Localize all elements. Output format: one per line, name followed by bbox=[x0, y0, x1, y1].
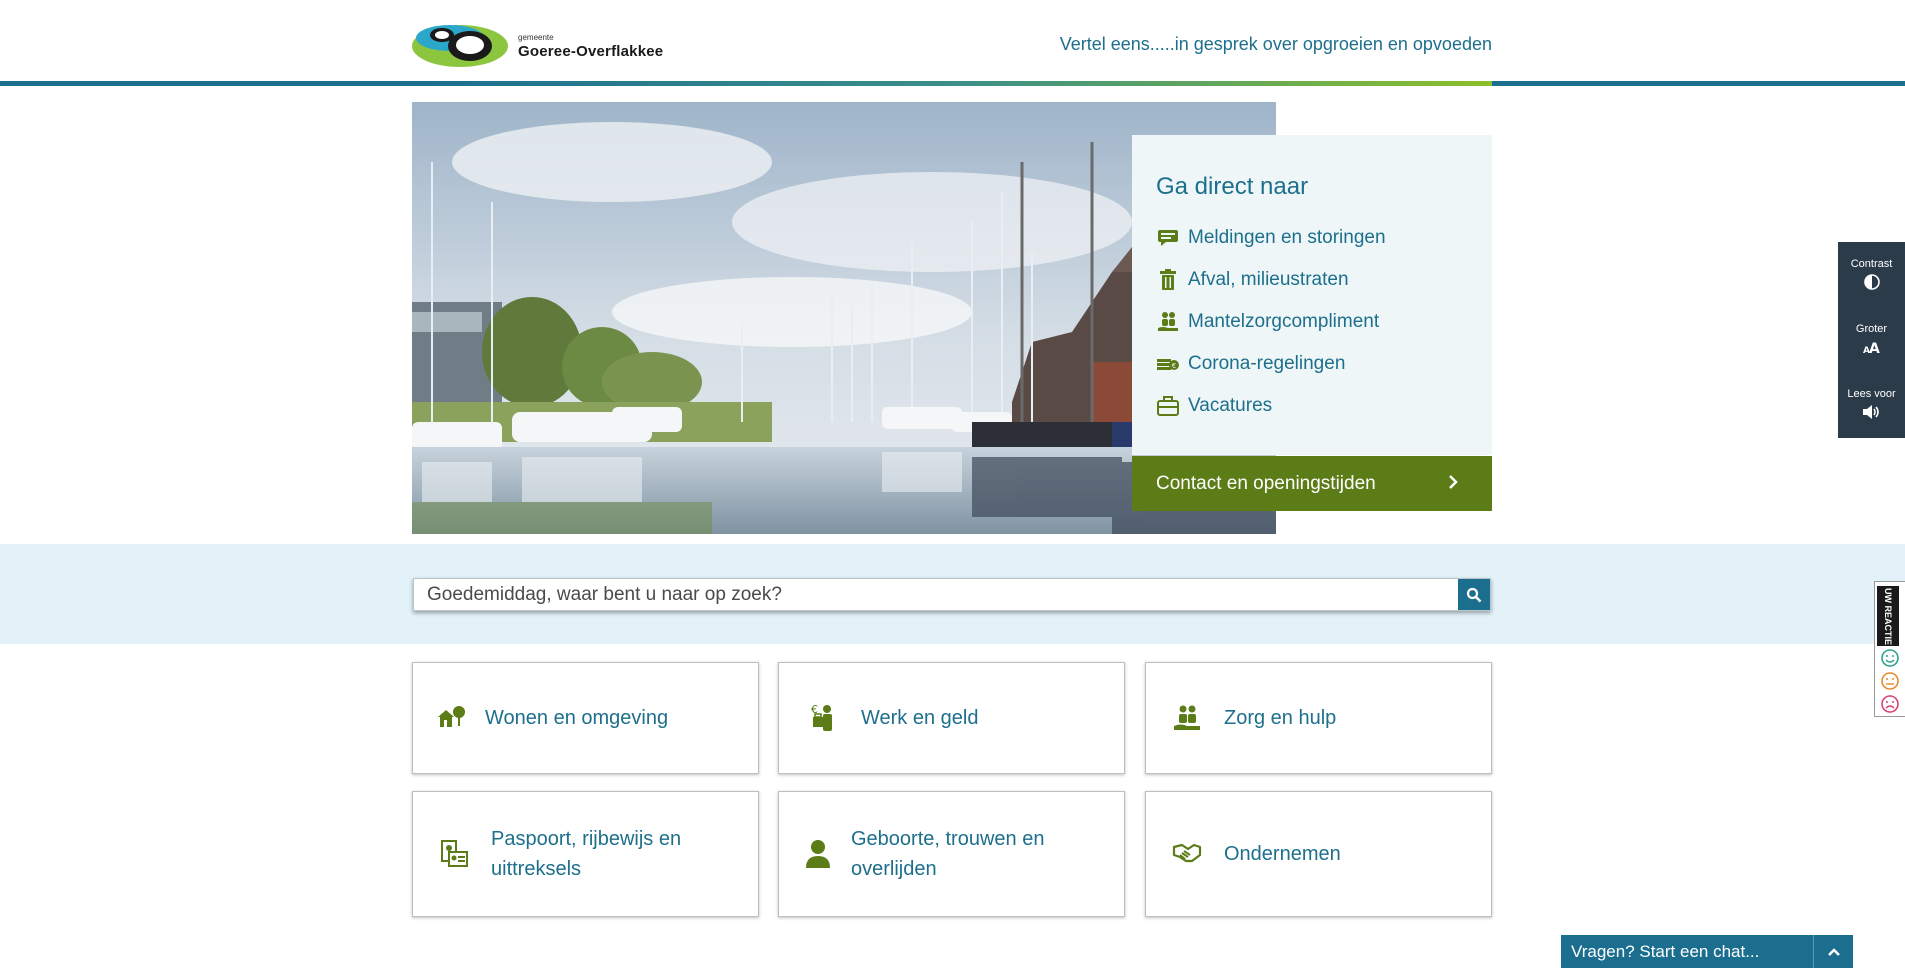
house-tree-icon bbox=[435, 701, 469, 735]
larger-text-button[interactable]: Groter AA bbox=[1838, 323, 1905, 355]
briefcase-icon bbox=[1156, 395, 1180, 417]
money-icon: € bbox=[1156, 353, 1180, 375]
person-icon bbox=[801, 837, 835, 871]
tile-label: Geboorte, trouwen en overlijden bbox=[851, 828, 1045, 880]
read-aloud-button[interactable]: Lees voor bbox=[1838, 388, 1905, 420]
quick-link-label: Mantelzorgcompliment bbox=[1188, 311, 1380, 332]
logo-name: Goeree-Overflakkee bbox=[518, 42, 664, 60]
text-size-icon: AA bbox=[1863, 341, 1880, 355]
handshake-icon bbox=[1170, 837, 1204, 871]
id-document-icon bbox=[437, 837, 471, 871]
site-logo[interactable]: gemeente Goeree-Overflakkee bbox=[412, 22, 672, 70]
tile-paspoort-rijbewijs[interactable]: Paspoort, rijbewijs en uittreksels bbox=[412, 791, 759, 917]
quick-links-title: Ga direct naar bbox=[1156, 173, 1309, 200]
svg-text:A: A bbox=[1869, 341, 1880, 355]
quick-link-label: Vacatures bbox=[1188, 395, 1273, 416]
site-header: gemeente Goeree-Overflakkee Vertel eens.… bbox=[0, 0, 1905, 82]
contrast-label: Contrast bbox=[1850, 258, 1893, 270]
tile-label: Paspoort, rijbewijs en uittreksels bbox=[491, 828, 682, 880]
quick-link-label: Meldingen en storingen bbox=[1188, 227, 1386, 248]
care-hand-icon bbox=[1156, 311, 1180, 333]
sad-face-icon bbox=[1881, 695, 1899, 713]
quick-link-afval[interactable]: Afval, milieustraten bbox=[1156, 259, 1386, 301]
tile-zorg-hulp[interactable]: Zorg en hulp bbox=[1145, 662, 1492, 774]
happy-face-icon bbox=[1881, 649, 1899, 667]
quick-link-label: Afval, milieustraten bbox=[1188, 269, 1349, 290]
header-divider-gradient bbox=[412, 81, 1492, 86]
logo-small-text: gemeente bbox=[518, 32, 554, 42]
search-input[interactable] bbox=[414, 579, 1458, 610]
message-icon bbox=[1156, 227, 1180, 249]
neutral-face-icon bbox=[1881, 672, 1899, 690]
tile-wonen-omgeving[interactable]: Wonen en omgeving bbox=[412, 662, 759, 774]
quick-link-meldingen[interactable]: Meldingen en storingen bbox=[1156, 217, 1386, 259]
quick-link-vacatures[interactable]: Vacatures bbox=[1156, 385, 1386, 427]
tile-label: Zorg en hulp bbox=[1224, 707, 1337, 729]
larger-text-label: Groter bbox=[1855, 323, 1888, 335]
contrast-button[interactable]: Contrast bbox=[1838, 258, 1905, 290]
quick-link-corona[interactable]: € Corona-regelingen bbox=[1156, 343, 1386, 385]
page: gemeente Goeree-Overflakkee Vertel eens.… bbox=[0, 0, 1905, 968]
chat-expand-toggle[interactable] bbox=[1813, 935, 1853, 968]
feedback-label: UW REACTIE bbox=[1877, 586, 1899, 646]
logo-mark-icon bbox=[412, 22, 512, 70]
contact-button-label: Contact en openingstijden bbox=[1156, 472, 1376, 494]
search-icon bbox=[1466, 587, 1482, 602]
tile-geboorte-trouwen[interactable]: Geboorte, trouwen en overlijden bbox=[778, 791, 1125, 917]
work-money-icon: € bbox=[807, 701, 841, 735]
trash-icon bbox=[1156, 269, 1180, 291]
accessibility-toolbar: Contrast Groter AA Lees voor bbox=[1838, 242, 1905, 438]
contact-openingstijden-button[interactable]: Contact en openingstijden bbox=[1132, 456, 1492, 511]
care-hand-icon bbox=[1170, 701, 1204, 735]
quick-links-panel: Ga direct naar Meldingen en storingen Af… bbox=[1132, 135, 1492, 455]
tile-label: Ondernemen bbox=[1224, 843, 1341, 865]
read-aloud-label: Lees voor bbox=[1847, 388, 1896, 400]
feedback-smileys bbox=[1881, 649, 1899, 713]
svg-text:€: € bbox=[1172, 362, 1176, 370]
tile-label: Wonen en omgeving bbox=[485, 707, 669, 729]
tile-werk-geld[interactable]: € Werk en geld bbox=[778, 662, 1125, 774]
logo-text: gemeente Goeree-Overflakkee bbox=[518, 32, 664, 60]
quick-link-mantelzorg[interactable]: Mantelzorgcompliment bbox=[1156, 301, 1386, 343]
feedback-tab[interactable]: UW REACTIE bbox=[1874, 581, 1905, 717]
tile-label: Werk en geld bbox=[861, 707, 979, 729]
chevron-right-icon bbox=[1448, 474, 1458, 496]
search-box bbox=[413, 578, 1491, 611]
header-tagline-link[interactable]: Vertel eens.....in gesprek over opgroeie… bbox=[1060, 34, 1492, 55]
chat-label: Vragen? Start een chat... bbox=[1571, 942, 1760, 961]
speaker-icon bbox=[1862, 405, 1879, 419]
chat-launcher[interactable]: Vragen? Start een chat... bbox=[1561, 935, 1853, 968]
contrast-icon bbox=[1863, 274, 1880, 290]
quick-link-label: Corona-regelingen bbox=[1188, 353, 1346, 374]
tile-ondernemen[interactable]: Ondernemen bbox=[1145, 791, 1492, 917]
quick-links-list: Meldingen en storingen Afval, milieustra… bbox=[1156, 217, 1386, 427]
search-button[interactable] bbox=[1458, 579, 1490, 610]
chevron-up-icon bbox=[1827, 947, 1840, 956]
